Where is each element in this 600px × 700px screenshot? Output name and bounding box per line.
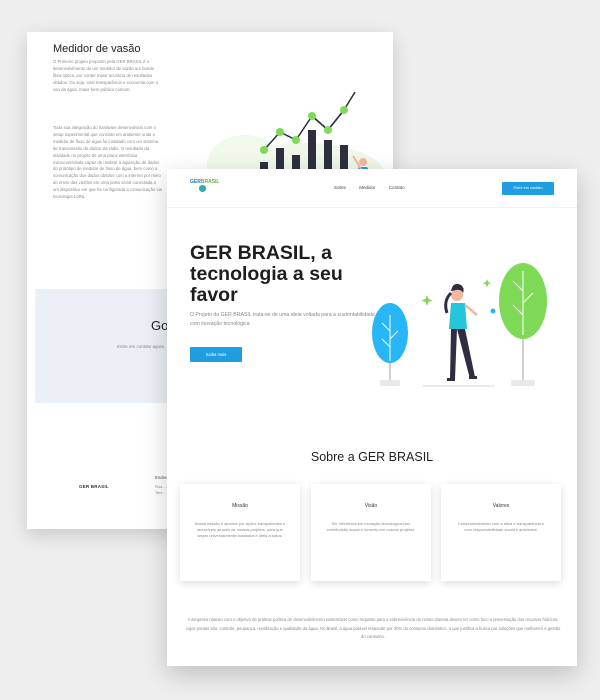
logo-mark-icon — [199, 185, 206, 192]
logo-ger: GER — [190, 179, 201, 185]
nav-item-sobre[interactable]: Sobre — [334, 185, 346, 190]
back-page-paragraph-1: O Primeiro projeto proposto pela GER BRA… — [53, 59, 159, 92]
card-missao: Missão Nossa missão é apontar por ações … — [180, 484, 300, 581]
hero-text: O Projeto da GER BRASIL trata-se de uma … — [190, 312, 375, 327]
nav-links: Sobre Medidor Contato — [334, 185, 417, 190]
card-text: Nossa missão é apontar por ações transpa… — [194, 521, 286, 538]
card-title: Missão — [232, 503, 248, 509]
nav-item-medidor[interactable]: Medidor — [359, 185, 375, 190]
contact-banner-subtitle: Entre em contato agora — [117, 344, 165, 349]
values-cards: Missão Nossa missão é apontar por ações … — [180, 484, 564, 581]
logo-text: GERBRASIL — [190, 179, 219, 185]
about-text: A Empresa nasceu com o objetivo de prati… — [185, 617, 561, 639]
card-title: Visão — [364, 503, 378, 509]
footer-logo: GER BRASIL — [79, 484, 109, 489]
back-page-paragraph-2: Toda sua integração do hardware desenvol… — [53, 125, 162, 200]
footer-address-line: Tere ... — [155, 490, 168, 495]
back-page-heading: Medidor de vasão — [53, 43, 141, 55]
footer-address: Rua ... Tere ... — [155, 484, 167, 496]
card-visao: Visão Ser referência em inovação tecnoló… — [311, 484, 431, 581]
learn-more-button[interactable]: Saiba mais — [190, 347, 242, 362]
card-text: Ser referência em inovação tecnológica c… — [326, 521, 416, 532]
logo-brasil: BRASIL — [200, 179, 220, 185]
contact-button[interactable]: Entre em contato — [502, 182, 554, 195]
about-section-title: Sobre a GER BRASIL — [310, 450, 434, 464]
card-title: Valores — [492, 503, 510, 509]
contact-banner-title: Go — [151, 318, 169, 333]
card-text: Comprometimento com a ética e transparên… — [457, 521, 545, 532]
navbar: GERBRASIL Sobre Medidor Contato Entre em… — [167, 169, 577, 208]
woman-trees-illustration — [372, 263, 547, 387]
front-page: GERBRASIL Sobre Medidor Contato Entre em… — [167, 169, 577, 666]
logo[interactable]: GERBRASIL — [190, 179, 230, 195]
nav-item-contato[interactable]: Contato — [389, 185, 405, 190]
card-valores: Valores Comprometimento com a ética e tr… — [441, 484, 561, 581]
hero-title: GER BRASIL, a tecnologia a seu favor — [190, 242, 343, 306]
